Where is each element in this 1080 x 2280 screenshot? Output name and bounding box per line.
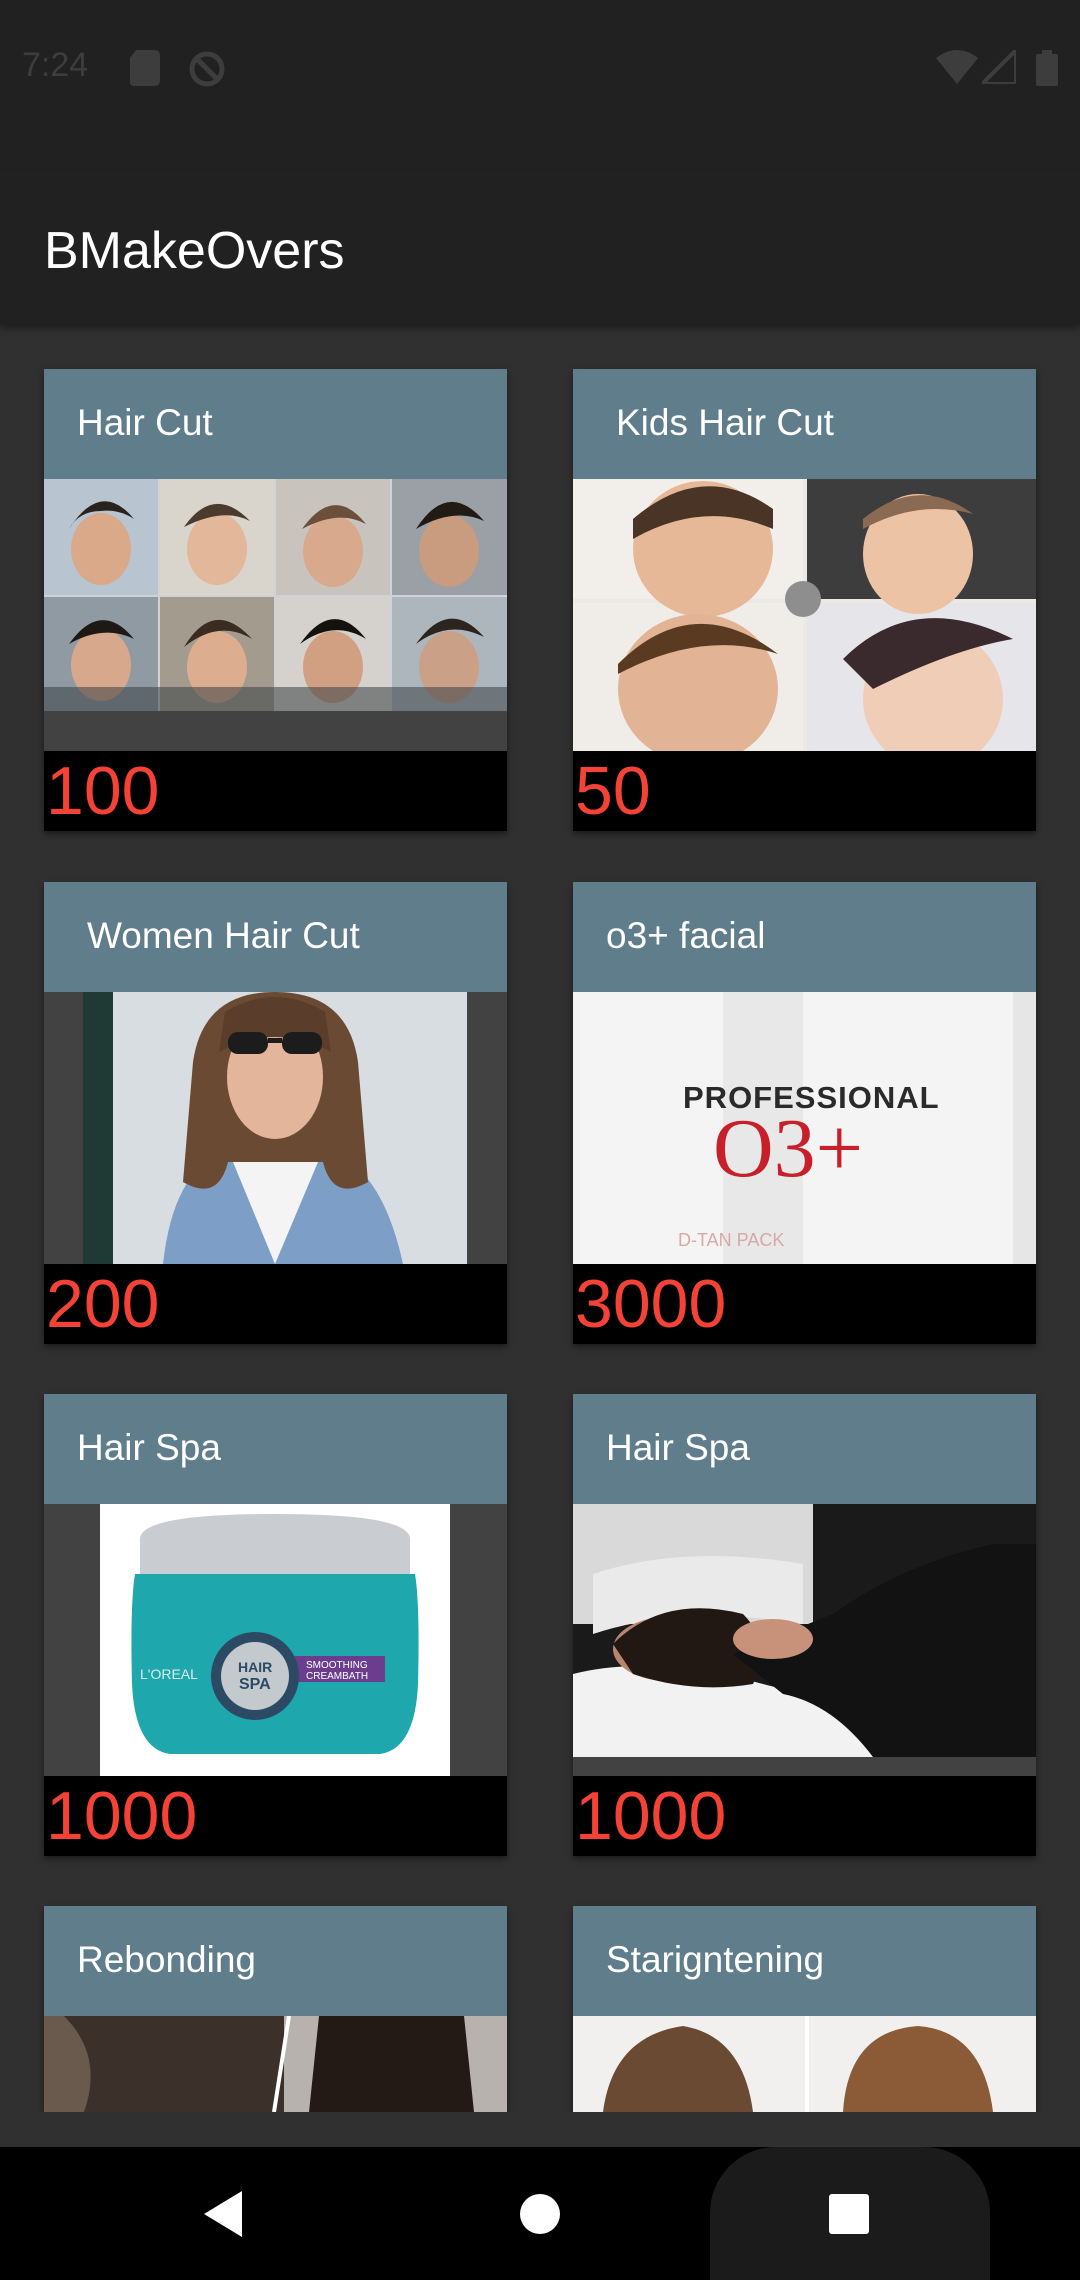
men-haircut-image xyxy=(44,479,507,711)
rebonding-image xyxy=(44,2016,507,2112)
card-title: o3+ facial xyxy=(606,915,766,956)
service-card-hair-spa-product[interactable]: Hair Spa L'OREAL HAIR SPA SMOOTHING CREA… xyxy=(44,1394,507,1856)
woman-haircut-image xyxy=(83,992,467,1264)
price-bar: 3000 xyxy=(573,1264,1036,1344)
wifi-icon xyxy=(936,50,978,84)
price-bar: 1000 xyxy=(44,1776,507,1856)
card-header: Rebonding xyxy=(44,1906,507,2016)
spa-badge-line1: HAIR xyxy=(238,1659,273,1675)
spa-label-text: SMOOTHING CREAMBATH xyxy=(306,1660,369,1682)
card-title: Starigntening xyxy=(606,1939,825,1980)
kids-haircut-image xyxy=(573,479,1036,751)
card-title: Women Hair Cut xyxy=(87,915,360,956)
card-header: Women Hair Cut xyxy=(44,882,507,992)
no-disturb-icon xyxy=(189,51,225,87)
service-card-hair-spa-salon[interactable]: Hair Spa 1000 xyxy=(573,1394,1036,1856)
o3-logo-text: O3+ xyxy=(713,1102,864,1195)
spa-brand-text: L'OREAL xyxy=(140,1666,198,1682)
recents-icon[interactable] xyxy=(829,2194,869,2234)
o3-product-image: PROFESSIONAL O3+ D-TAN PACK xyxy=(573,992,1036,1264)
signal-icon xyxy=(982,50,1016,84)
service-card-straightening[interactable]: Starigntening xyxy=(573,1906,1036,2112)
service-card-women-hair-cut[interactable]: Women Hair Cut 200 xyxy=(44,882,507,1344)
o3-sub-text: D-TAN PACK xyxy=(678,1230,785,1250)
card-title: Hair Spa xyxy=(77,1427,221,1468)
hair-spa-jar-image: L'OREAL HAIR SPA SMOOTHING CREAMBATH xyxy=(100,1504,450,1776)
card-header: Hair Cut xyxy=(44,369,507,479)
price-bar: 200 xyxy=(44,1264,507,1344)
status-bar: 7:24 xyxy=(0,0,1080,171)
straightening-image xyxy=(573,2016,1036,2112)
card-price: 100 xyxy=(46,753,160,829)
app-bar: BMakeOvers xyxy=(0,171,1080,325)
sd-card-icon xyxy=(130,50,160,86)
price-bar: 50 xyxy=(573,751,1036,831)
card-header: o3+ facial xyxy=(573,882,1036,992)
card-header: Kids Hair Cut xyxy=(573,369,1036,479)
app-title: BMakeOvers xyxy=(44,222,345,280)
card-title: Kids Hair Cut xyxy=(616,402,834,443)
card-price: 3000 xyxy=(575,1266,727,1342)
price-bar: 100 xyxy=(44,751,507,831)
card-header: Starigntening xyxy=(573,1906,1036,2016)
card-price: 50 xyxy=(575,753,651,829)
status-time: 7:24 xyxy=(22,46,89,84)
card-price: 200 xyxy=(46,1266,160,1342)
service-card-kids-hair-cut[interactable]: Kids Hair Cut 50 xyxy=(573,369,1036,831)
card-header: Hair Spa xyxy=(44,1394,507,1504)
service-card-o3-facial[interactable]: o3+ facial PROFESSIONAL O3+ D-TAN PACK 3… xyxy=(573,882,1036,1344)
services-grid[interactable]: Hair Cut 100 Kids Hair Cut 50 Women Hair… xyxy=(0,325,1080,2112)
card-price: 1000 xyxy=(46,1778,198,1854)
card-header: Hair Spa xyxy=(573,1394,1036,1504)
card-title: Hair Spa xyxy=(606,1427,750,1468)
spa-badge-line2: SPA xyxy=(239,1676,271,1693)
navigation-bar xyxy=(0,2147,1080,2280)
card-title: Hair Cut xyxy=(77,402,213,443)
price-bar: 1000 xyxy=(573,1776,1036,1856)
service-card-rebonding[interactable]: Rebonding xyxy=(44,1906,507,2112)
card-price: 1000 xyxy=(575,1778,727,1854)
card-title: Rebonding xyxy=(77,1939,256,1980)
service-card-hair-cut[interactable]: Hair Cut 100 xyxy=(44,369,507,831)
back-icon[interactable] xyxy=(204,2191,244,2237)
hair-wash-image xyxy=(573,1504,1036,1757)
battery-icon xyxy=(1036,50,1058,86)
home-icon[interactable] xyxy=(519,2193,561,2235)
